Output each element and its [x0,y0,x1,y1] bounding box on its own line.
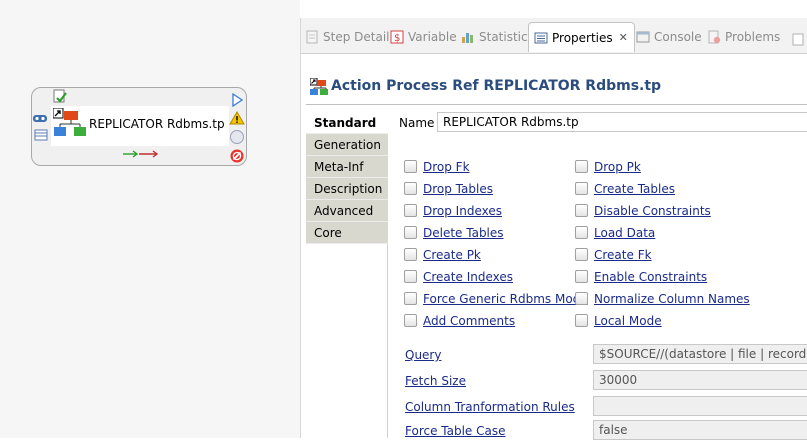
node-label: REPLICATOR Rdbms.tp [89,117,225,131]
name-label: Name [399,116,435,130]
load-data-link[interactable]: Load Data [594,226,655,240]
view-menu-icon[interactable] [791,32,805,46]
side-tab-description[interactable]: Description [306,178,388,200]
properties-icon [534,32,548,43]
add-comments-checkbox[interactable] [404,314,417,327]
column-transformation-rules-field[interactable] [593,396,807,416]
create-indexes-checkbox[interactable] [404,270,417,283]
query-field[interactable]: $SOURCE//(datastore | file | record) [593,344,807,364]
force-generic-rdbms-mode-checkbox[interactable] [404,292,417,305]
play-icon[interactable] [231,93,243,107]
drop-fk-checkbox[interactable] [404,160,417,173]
process-node[interactable]: REPLICATOR Rdbms.tp [31,87,247,166]
delete-tables-link[interactable]: Delete Tables [423,226,504,240]
side-tab-meta-inf[interactable]: Meta-Inf [306,156,388,178]
properties-view: Step Detail $ Variable Statistic Propert… [300,18,807,440]
tab-problems[interactable]: Problems [707,22,780,52]
name-field[interactable]: REPLICATOR Rdbms.tp [437,112,807,132]
diagram-canvas[interactable]: REPLICATOR Rdbms.tp [0,0,300,438]
validated-check-icon [53,89,67,103]
create-tables-link[interactable]: Create Tables [594,182,675,196]
query-link[interactable]: Query [405,348,441,362]
tab-label: Statistic [479,30,528,44]
normalize-column-names-link[interactable]: Normalize Column Names [594,292,750,306]
drop-tables-link[interactable]: Drop Tables [423,182,493,196]
disable-constraints-checkbox[interactable] [575,204,588,217]
table-icon [34,129,48,141]
side-tab-filler [306,244,388,438]
side-tab-standard[interactable]: Standard [306,112,388,134]
tab-label: Variable [408,30,457,44]
warning-icon [229,111,245,125]
load-data-checkbox[interactable] [575,226,588,239]
tab-step-detail[interactable]: Step Detail [305,22,390,52]
stop-icon[interactable] [229,148,245,164]
delete-tables-checkbox[interactable] [404,226,417,239]
enable-constraints-link[interactable]: Enable Constraints [594,270,707,284]
fetch-size-link[interactable]: Fetch Size [405,374,466,388]
side-tab-core[interactable]: Core [306,222,388,244]
create-tables-checkbox[interactable] [575,182,588,195]
drop-pk-checkbox[interactable] [575,160,588,173]
gamepad-icon [33,115,47,122]
process-hierarchy-icon [53,108,86,136]
force-generic-rdbms-mode-link[interactable]: Force Generic Rdbms Mode [423,292,588,306]
tab-statistic[interactable]: Statistic [461,22,528,52]
tab-console[interactable]: Console [636,22,702,52]
column-transformation-rules-link[interactable]: Column Tranformation Rules [405,400,575,414]
enable-constraints-checkbox[interactable] [575,270,588,283]
side-tab-advanced[interactable]: Advanced [306,200,388,222]
force-table-case-link[interactable]: Force Table Case [405,424,506,438]
force-table-case-field[interactable]: false [593,420,807,440]
idle-circle-icon [230,130,244,144]
action-process-icon [310,78,328,95]
local-mode-link[interactable]: Local Mode [594,314,662,328]
problems-icon [708,30,721,44]
close-icon[interactable]: ✕ [619,31,628,44]
variable-icon: $ [390,30,404,44]
side-tab-generation[interactable]: Generation [306,134,388,156]
create-fk-link[interactable]: Create Fk [594,248,652,262]
create-indexes-link[interactable]: Create Indexes [423,270,513,284]
step-detail-icon [306,30,318,44]
title-divider [306,104,807,105]
drop-indexes-link[interactable]: Drop Indexes [423,204,502,218]
add-comments-link[interactable]: Add Comments [423,314,515,328]
side-tab-list: Standard Generation Meta-Inf Description… [306,112,388,438]
fetch-size-field[interactable]: 30000 [593,370,807,390]
drop-indexes-checkbox[interactable] [404,204,417,217]
drop-tables-checkbox[interactable] [404,182,417,195]
local-mode-checkbox[interactable] [575,314,588,327]
create-pk-link[interactable]: Create Pk [423,248,481,262]
view-title: Action Process Ref REPLICATOR Rdbms.tp [331,78,662,94]
create-fk-checkbox[interactable] [575,248,588,261]
tab-variable[interactable]: $ Variable [390,22,457,52]
disable-constraints-link[interactable]: Disable Constraints [594,204,711,218]
view-tab-bar: Step Detail $ Variable Statistic Propert… [301,18,807,54]
tab-label: Properties [552,30,613,45]
drop-pk-link[interactable]: Drop Pk [594,160,641,174]
normalize-column-names-checkbox[interactable] [575,292,588,305]
link-arrows-icon [123,150,159,158]
tab-label: Step Detail [323,30,390,44]
tab-properties[interactable]: Properties ✕ [528,22,635,52]
console-icon [636,31,650,43]
svg-text:$: $ [394,33,400,44]
tab-label: Console [654,30,702,44]
drop-fk-link[interactable]: Drop Fk [423,160,470,174]
tab-label: Problems [725,30,781,44]
create-pk-checkbox[interactable] [404,248,417,261]
statistic-icon [462,33,473,43]
